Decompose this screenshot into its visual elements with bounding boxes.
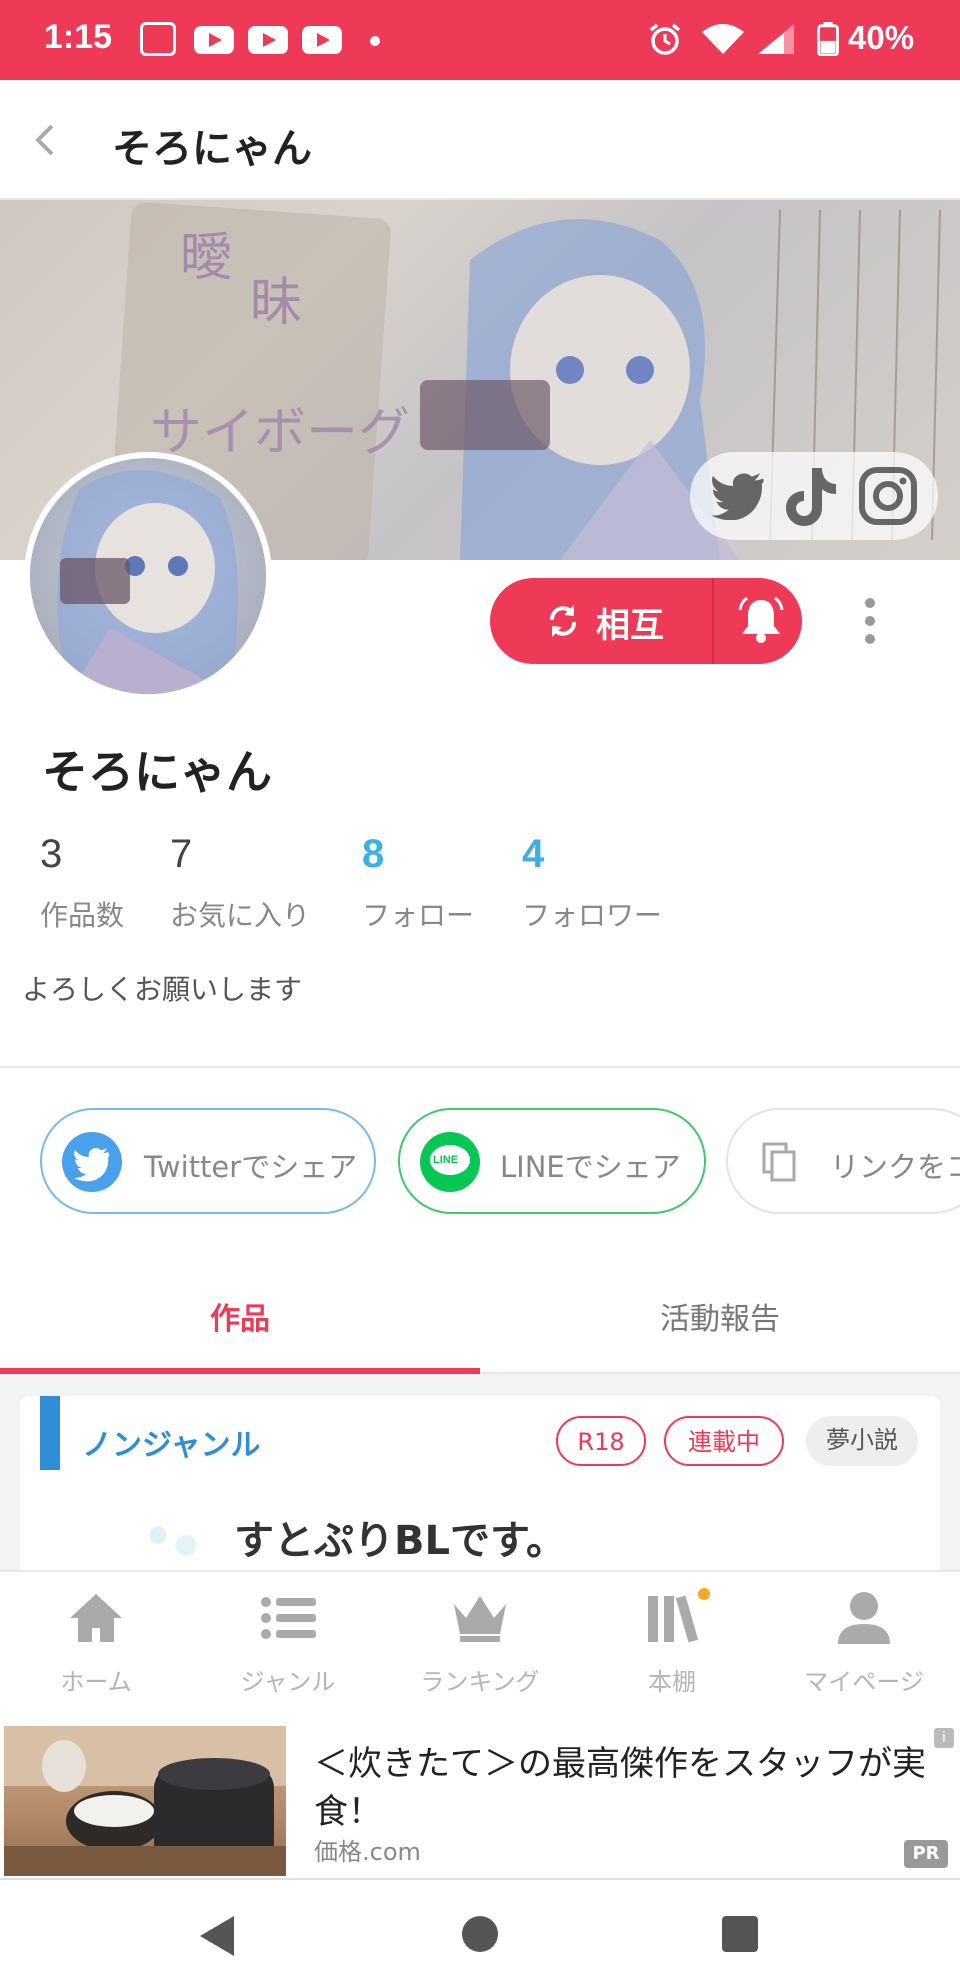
- more-options-icon[interactable]: [850, 596, 890, 646]
- nav-home[interactable]: ホーム: [0, 1572, 192, 1720]
- mutual-button[interactable]: 相互: [490, 578, 712, 664]
- serial-status-tag: 連載中: [664, 1416, 784, 1466]
- favorites-label[interactable]: お気に入り: [170, 894, 310, 934]
- copy-icon: [762, 1142, 796, 1182]
- youtube-icon: [248, 26, 288, 54]
- home-button-icon[interactable]: [460, 1914, 500, 1954]
- status-bar: 1:15 40%: [0, 0, 960, 80]
- work-title[interactable]: すとぷりBLです。: [234, 1508, 566, 1566]
- notification-bell-icon[interactable]: [738, 596, 784, 644]
- followers-label[interactable]: フォロワー: [522, 894, 662, 934]
- following-label[interactable]: フォロー: [362, 894, 474, 934]
- list-icon: [261, 1597, 316, 1639]
- twitter-share-label: Twitterでシェア: [144, 1150, 358, 1184]
- alarm-icon: [649, 23, 681, 55]
- tab-activity-label: 活動報告: [660, 1302, 780, 1337]
- avatar[interactable]: [24, 452, 272, 700]
- twitter-icon[interactable]: [710, 472, 766, 520]
- nav-genre[interactable]: ジャンル: [192, 1572, 384, 1720]
- followers-count[interactable]: 4: [522, 832, 544, 877]
- dream-novel-tag: 夢小説: [806, 1416, 918, 1466]
- work-card[interactable]: ノンジャンル R18 連載中 夢小説 すとぷりBLです。: [20, 1396, 940, 1576]
- divider: [0, 1066, 960, 1068]
- nav-genre-label: ジャンル: [240, 1668, 336, 1696]
- page-title: そろにゃん: [112, 126, 312, 172]
- svg-text:サイボーグ: サイボーグ: [150, 403, 410, 463]
- avatar-illustration: [57, 470, 239, 694]
- genre-label[interactable]: ノンジャンル: [82, 1420, 261, 1464]
- svg-text:曖: 曖: [180, 228, 232, 288]
- battery-icon: [817, 22, 839, 56]
- status-time: 1:15: [44, 18, 113, 56]
- line-icon-label: LINE: [433, 1154, 459, 1166]
- works-label[interactable]: 作品数: [40, 894, 124, 934]
- nav-bookshelf-label: 本棚: [648, 1668, 696, 1696]
- back-arrow-icon[interactable]: [28, 122, 64, 158]
- youtube-icon: [194, 26, 234, 54]
- mutual-label: 相互: [596, 606, 664, 646]
- back-icon[interactable]: [196, 1914, 238, 1958]
- following-count[interactable]: 8: [362, 832, 384, 877]
- person-icon: [838, 1592, 890, 1644]
- works-count[interactable]: 3: [40, 832, 62, 877]
- advertisement-banner[interactable]: ＜炊きたて＞の最高傑作をスタッフが実食！ 価格.com PR i: [0, 1718, 960, 1878]
- nav-mypage[interactable]: マイページ: [768, 1572, 960, 1720]
- copy-link-label: リンクをコ: [830, 1150, 960, 1184]
- favorites-count[interactable]: 7: [170, 832, 192, 877]
- tiktok-icon[interactable]: [786, 466, 836, 526]
- ad-rice-cooker-illustration: [4, 1726, 286, 1876]
- profile-name: そろにゃん: [42, 745, 272, 799]
- recents-icon[interactable]: [720, 1914, 760, 1954]
- twitter-icon: [62, 1132, 122, 1192]
- system-navigation-bar: [0, 1878, 960, 1988]
- mutual-follow-button[interactable]: 相互: [490, 578, 802, 664]
- ad-pr-badge: PR: [904, 1840, 948, 1868]
- r18-tag: R18: [556, 1416, 646, 1466]
- bottom-navigation: ホーム ジャンル ランキング 本棚 マイページ: [0, 1570, 960, 1718]
- ad-info-icon[interactable]: i: [934, 1728, 954, 1748]
- nav-ranking-label: ランキング: [420, 1668, 540, 1696]
- twitter-share-button[interactable]: Twitterでシェア: [40, 1108, 376, 1214]
- app-notification-icon: [140, 22, 176, 56]
- work-thumbnail: [134, 1508, 214, 1576]
- copy-link-button[interactable]: リンクをコ: [726, 1108, 960, 1214]
- nav-mypage-label: マイページ: [804, 1668, 924, 1696]
- home-icon: [70, 1594, 122, 1642]
- bookshelf-icon: [648, 1588, 710, 1643]
- line-share-button[interactable]: LINE LINEでシェア: [398, 1108, 706, 1214]
- wifi-icon: [702, 24, 744, 54]
- nav-bookshelf[interactable]: 本棚: [576, 1572, 768, 1720]
- nav-home-label: ホーム: [60, 1668, 132, 1696]
- tab-activity-report[interactable]: 活動報告: [480, 1258, 960, 1372]
- nav-ranking[interactable]: ランキング: [384, 1572, 576, 1720]
- social-links: [690, 452, 938, 540]
- youtube-icon: [302, 26, 342, 54]
- line-share-label: LINEでシェア: [500, 1150, 681, 1184]
- crown-icon: [454, 1596, 506, 1642]
- tab-works-label: 作品: [210, 1302, 270, 1337]
- instagram-icon[interactable]: [858, 466, 918, 526]
- genre-marker: [40, 1396, 60, 1470]
- battery-percent: 40%: [848, 19, 915, 56]
- top-app-bar: そろにゃん: [0, 80, 960, 200]
- sync-icon: [550, 605, 576, 637]
- tab-works[interactable]: 作品: [0, 1258, 480, 1372]
- ad-image[interactable]: [4, 1726, 286, 1876]
- ad-source: 価格.com: [314, 1838, 421, 1866]
- more-notifications-icon: [370, 36, 380, 46]
- profile-bio: よろしくお願いします: [22, 973, 303, 1006]
- button-divider: [712, 578, 714, 664]
- signal-icon: [758, 24, 794, 54]
- svg-text:昧: 昧: [250, 273, 302, 333]
- ad-headline[interactable]: ＜炊きたて＞の最高傑作をスタッフが実食！: [314, 1740, 944, 1836]
